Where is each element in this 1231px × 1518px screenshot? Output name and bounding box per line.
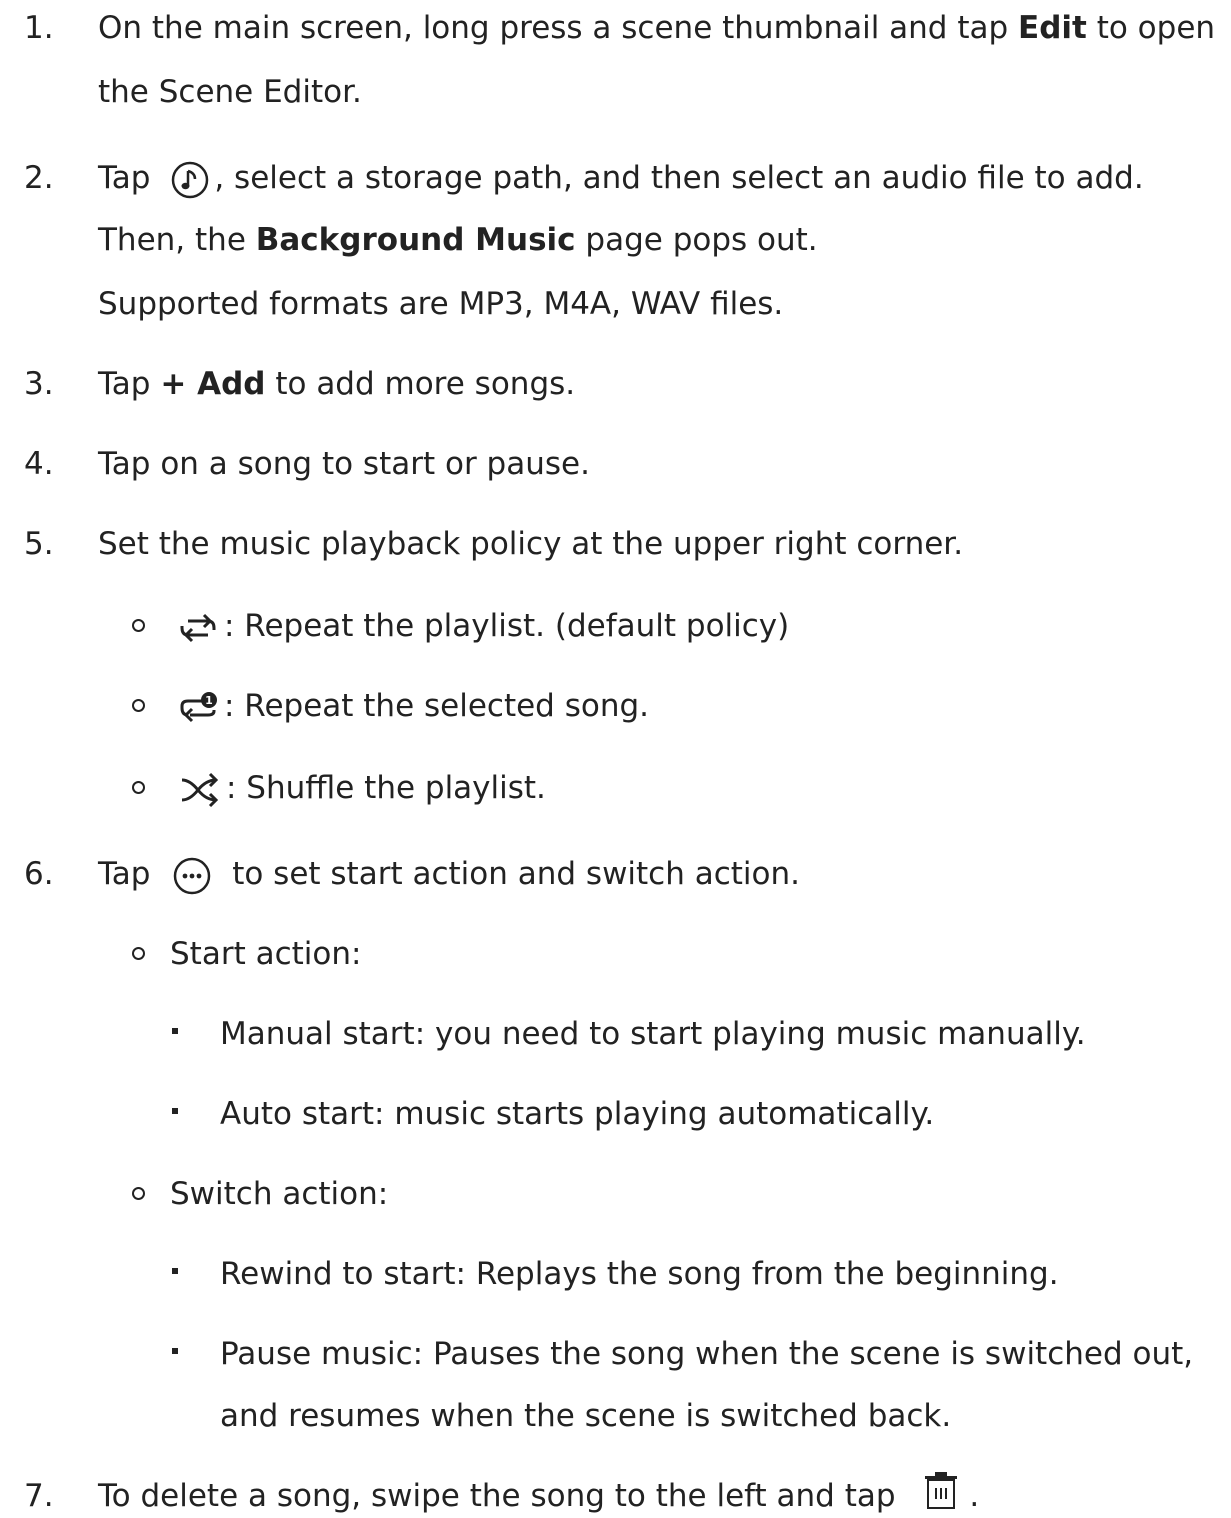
square-bullet [172, 1267, 178, 1274]
step-number: 5. [24, 526, 54, 562]
circle-bullet [132, 619, 145, 632]
step-number: 1. [24, 10, 54, 46]
step-number: 6. [24, 856, 54, 892]
square-bullet [172, 1027, 178, 1034]
step-number: 2. [24, 160, 54, 196]
square-bullet [172, 1347, 178, 1354]
repeat-one-icon: 1 [178, 691, 218, 725]
step-number: 3. [24, 366, 54, 402]
circle-bullet [132, 947, 145, 960]
step-text: Tap to set start action and switch actio… [98, 854, 800, 896]
step-text: Tap on a song to start or pause. [98, 446, 590, 482]
step-text: Tap + Add to add more songs. [98, 366, 576, 402]
step-text: Tap , select a storage path, and then se… [98, 158, 1144, 200]
svg-text:1: 1 [205, 694, 213, 707]
square-bullet [172, 1107, 178, 1114]
step-text: On the main screen, long press a scene t… [98, 10, 1216, 46]
circle-bullet [132, 781, 145, 794]
trash-icon [923, 1471, 959, 1511]
step-number: 4. [24, 446, 54, 482]
music-note-icon [170, 160, 210, 200]
step-number: 7. [24, 1478, 54, 1514]
step-text: Set the music playback policy at the upp… [98, 526, 964, 562]
circle-bullet [132, 699, 145, 712]
repeat-icon [178, 611, 218, 645]
circle-bullet [132, 1187, 145, 1200]
step-text: To delete a song, swipe the song to the … [98, 1471, 979, 1516]
more-icon [172, 856, 212, 896]
shuffle-icon [178, 772, 222, 808]
